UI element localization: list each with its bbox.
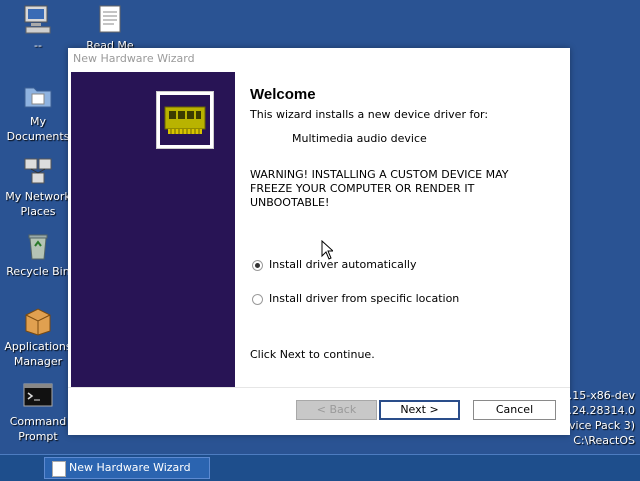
desktop-icon-read-me[interactable]: Read Me [75, 4, 145, 53]
package-icon [22, 305, 54, 337]
radio-install-specific-location[interactable]: Install driver from specific location [252, 292, 459, 306]
footer-text: Click Next to continue. [250, 348, 375, 361]
desktop-icon-label: Command Prompt [9, 415, 67, 443]
taskbar-button-new-hardware-wizard[interactable]: New Hardware Wizard [44, 457, 210, 479]
desktop-icon-label: -- [34, 39, 42, 52]
radio-label: Install driver automatically [269, 258, 417, 271]
folder-icon [22, 80, 54, 112]
desktop-icon-applications-manager[interactable]: Applications Manager [3, 305, 73, 369]
desktop-icon-label: My Network Places [5, 190, 71, 218]
radio-label: Install driver from specific location [269, 292, 460, 305]
device-name: Multimedia audio device [292, 132, 427, 145]
radio-install-automatically[interactable]: Install driver automatically [252, 258, 416, 272]
recycle-bin-icon [22, 230, 54, 262]
next-button[interactable]: Next > [379, 400, 460, 420]
radio-button[interactable] [252, 293, 263, 305]
computer-icon [22, 4, 54, 36]
radio-button-selected[interactable] [252, 259, 263, 271]
desktop-icon-my-computer[interactable]: -- [3, 4, 73, 53]
desktop-icon-label: Recycle Bin [6, 265, 70, 278]
window-icon [52, 461, 66, 477]
mouse-cursor-icon [321, 239, 335, 263]
cancel-button[interactable]: Cancel [473, 400, 556, 420]
terminal-icon [22, 380, 54, 412]
taskbar: New Hardware Wizard [0, 454, 640, 481]
desktop-icon-my-documents[interactable]: My Documents [3, 80, 73, 144]
page-title: Welcome [250, 86, 316, 103]
desktop-icon-label: Applications Manager [4, 340, 72, 368]
warning-text: WARNING! INSTALLING A CUSTOM DEVICE MAY … [250, 168, 509, 209]
desktop-icon-label: My Documents [6, 115, 70, 143]
document-icon [94, 4, 126, 36]
wizard-side-panel [71, 72, 235, 387]
hardware-card-icon [156, 91, 214, 149]
button-separator [68, 387, 570, 388]
back-button[interactable]: < Back [296, 400, 377, 420]
new-hardware-wizard-dialog: New Hardware Wizard Welcome This wizard … [68, 48, 570, 435]
desktop-icon-recycle-bin[interactable]: Recycle Bin [3, 230, 73, 279]
dialog-titlebar[interactable]: New Hardware Wizard [68, 48, 570, 70]
version-line: C:\ReactOS [573, 434, 635, 447]
desktop-icon-my-network-places[interactable]: My Network Places [3, 155, 73, 219]
taskbar-button-label: New Hardware Wizard [69, 461, 191, 474]
intro-text: This wizard installs a new device driver… [250, 108, 489, 121]
network-icon [22, 155, 54, 187]
desktop-icon-command-prompt[interactable]: Command Prompt [3, 380, 73, 444]
